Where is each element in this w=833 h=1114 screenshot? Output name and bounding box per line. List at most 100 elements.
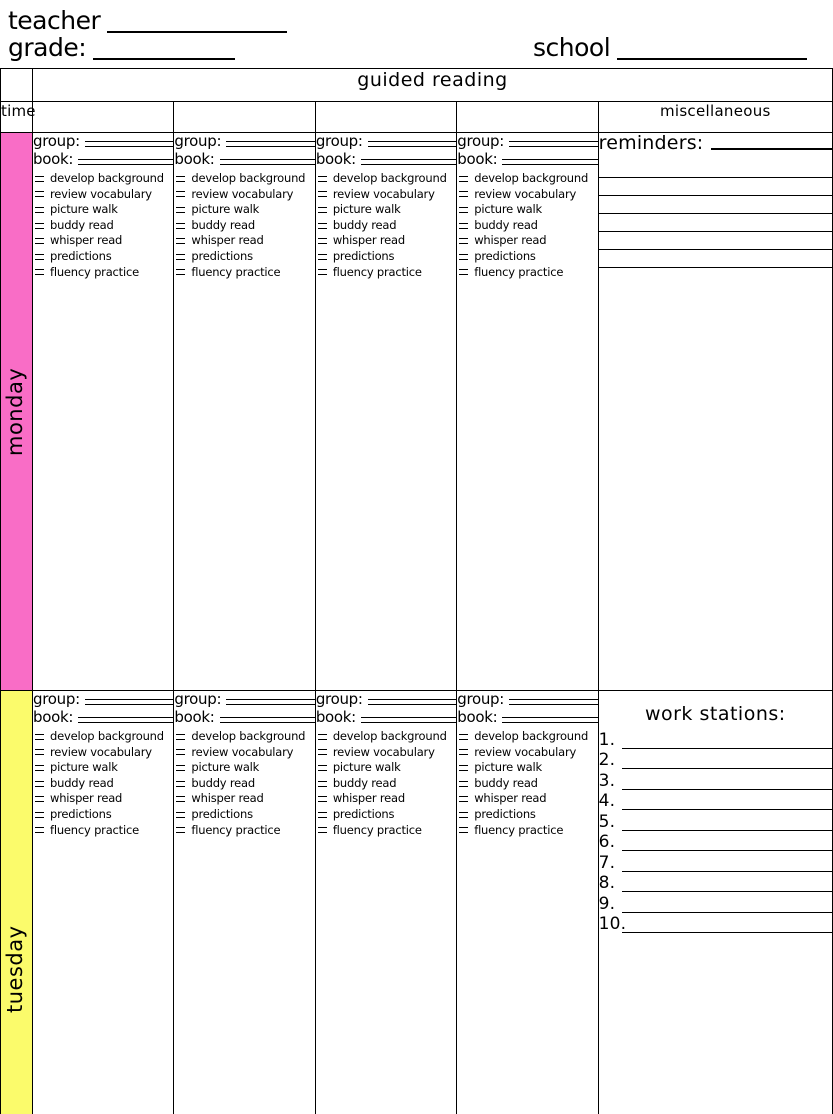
checkbox-icon[interactable] bbox=[176, 254, 185, 260]
checklist-item[interactable]: predictions bbox=[174, 249, 314, 265]
work-station-blank-line[interactable] bbox=[622, 734, 832, 749]
checklist-item[interactable]: develop background bbox=[316, 729, 456, 745]
checkbox-icon[interactable] bbox=[35, 223, 44, 229]
checklist-item[interactable]: whisper read bbox=[457, 791, 597, 807]
checklist-item[interactable]: review vocabulary bbox=[457, 187, 597, 203]
checklist-item[interactable]: fluency practice bbox=[174, 265, 314, 281]
reading-group-header-2[interactable] bbox=[174, 102, 315, 133]
grade-blank-line[interactable] bbox=[93, 42, 235, 60]
checkbox-icon[interactable] bbox=[176, 765, 185, 771]
checkbox-icon[interactable] bbox=[35, 269, 44, 275]
group-blank-line[interactable] bbox=[85, 141, 174, 147]
checkbox-icon[interactable] bbox=[318, 176, 327, 182]
checkbox-icon[interactable] bbox=[459, 238, 468, 244]
checklist-item[interactable]: review vocabulary bbox=[316, 187, 456, 203]
checkbox-icon[interactable] bbox=[176, 781, 185, 787]
book-blank-line[interactable] bbox=[502, 159, 597, 165]
checkbox-icon[interactable] bbox=[176, 269, 185, 275]
checkbox-icon[interactable] bbox=[35, 238, 44, 244]
checklist-item[interactable]: predictions bbox=[316, 807, 456, 823]
group-blank-line[interactable] bbox=[226, 699, 315, 705]
checkbox-icon[interactable] bbox=[318, 749, 327, 755]
checkbox-icon[interactable] bbox=[459, 269, 468, 275]
checkbox-icon[interactable] bbox=[459, 207, 468, 213]
checkbox-icon[interactable] bbox=[459, 223, 468, 229]
checklist-item[interactable]: predictions bbox=[33, 807, 173, 823]
checkbox-icon[interactable] bbox=[318, 254, 327, 260]
checklist-item[interactable]: review vocabulary bbox=[457, 745, 597, 761]
checklist-item[interactable]: buddy read bbox=[174, 218, 314, 234]
group-blank-line[interactable] bbox=[368, 141, 457, 147]
teacher-blank-line[interactable] bbox=[107, 15, 287, 33]
checkbox-icon[interactable] bbox=[459, 254, 468, 260]
checkbox-icon[interactable] bbox=[35, 254, 44, 260]
checklist-item[interactable]: review vocabulary bbox=[33, 187, 173, 203]
checkbox-icon[interactable] bbox=[459, 796, 468, 802]
checklist-item[interactable]: fluency practice bbox=[174, 823, 314, 839]
checkbox-icon[interactable] bbox=[176, 223, 185, 229]
work-station-item[interactable]: 7. bbox=[599, 851, 832, 872]
checkbox-icon[interactable] bbox=[35, 827, 44, 833]
reading-cell-tuesday-3[interactable]: group:book:develop backgroundreview voca… bbox=[315, 691, 456, 1114]
checkbox-icon[interactable] bbox=[318, 812, 327, 818]
checklist-item[interactable]: predictions bbox=[316, 249, 456, 265]
group-blank-line[interactable] bbox=[509, 141, 598, 147]
group-blank-line[interactable] bbox=[509, 699, 598, 705]
group-blank-line[interactable] bbox=[226, 141, 315, 147]
work-station-item[interactable]: 3. bbox=[599, 769, 832, 790]
checkbox-icon[interactable] bbox=[176, 749, 185, 755]
checkbox-icon[interactable] bbox=[176, 238, 185, 244]
school-blank-line[interactable] bbox=[617, 42, 807, 60]
checkbox-icon[interactable] bbox=[318, 238, 327, 244]
checkbox-icon[interactable] bbox=[176, 827, 185, 833]
work-station-blank-line[interactable] bbox=[622, 795, 832, 810]
checklist-item[interactable]: develop background bbox=[316, 171, 456, 187]
checklist-item[interactable]: review vocabulary bbox=[33, 745, 173, 761]
checklist-item[interactable]: develop background bbox=[174, 171, 314, 187]
checklist-item[interactable]: develop background bbox=[174, 729, 314, 745]
work-station-blank-line[interactable] bbox=[622, 754, 832, 769]
checklist-item[interactable]: fluency practice bbox=[316, 265, 456, 281]
checkbox-icon[interactable] bbox=[35, 781, 44, 787]
checkbox-icon[interactable] bbox=[318, 223, 327, 229]
reading-cell-tuesday-2[interactable]: group:book:develop backgroundreview voca… bbox=[174, 691, 315, 1114]
checklist-item[interactable]: predictions bbox=[33, 249, 173, 265]
checkbox-icon[interactable] bbox=[318, 207, 327, 213]
reading-group-header-3[interactable] bbox=[315, 102, 456, 133]
reading-cell-monday-4[interactable]: group:book:develop backgroundreview voca… bbox=[457, 133, 598, 691]
checkbox-icon[interactable] bbox=[176, 796, 185, 802]
reading-cell-tuesday-4[interactable]: group:book:develop backgroundreview voca… bbox=[457, 691, 598, 1114]
work-station-blank-line[interactable] bbox=[622, 877, 832, 892]
work-station-item[interactable]: 2. bbox=[599, 749, 832, 770]
checkbox-icon[interactable] bbox=[318, 827, 327, 833]
checkbox-icon[interactable] bbox=[459, 734, 468, 740]
checklist-item[interactable]: fluency practice bbox=[457, 265, 597, 281]
checklist-item[interactable]: picture walk bbox=[33, 760, 173, 776]
checkbox-icon[interactable] bbox=[459, 176, 468, 182]
checkbox-icon[interactable] bbox=[318, 796, 327, 802]
checklist-item[interactable]: whisper read bbox=[316, 233, 456, 249]
book-blank-line[interactable] bbox=[502, 717, 597, 723]
reading-cell-monday-3[interactable]: group:book:develop backgroundreview voca… bbox=[315, 133, 456, 691]
work-station-item[interactable]: 1. bbox=[599, 728, 832, 749]
work-station-blank-line[interactable] bbox=[622, 836, 832, 851]
checkbox-icon[interactable] bbox=[176, 191, 185, 197]
book-blank-line[interactable] bbox=[78, 717, 173, 723]
checklist-item[interactable]: fluency practice bbox=[33, 265, 173, 281]
checklist-item[interactable]: picture walk bbox=[174, 202, 314, 218]
work-station-blank-line[interactable] bbox=[622, 918, 832, 933]
checklist-item[interactable]: develop background bbox=[33, 729, 173, 745]
checklist-item[interactable]: whisper read bbox=[457, 233, 597, 249]
checkbox-icon[interactable] bbox=[318, 765, 327, 771]
reminders-rule-line[interactable] bbox=[599, 250, 832, 268]
checklist-item[interactable]: whisper read bbox=[174, 233, 314, 249]
reading-cell-tuesday-1[interactable]: group:book:develop backgroundreview voca… bbox=[33, 691, 174, 1114]
checklist-item[interactable]: picture walk bbox=[316, 760, 456, 776]
checkbox-icon[interactable] bbox=[318, 781, 327, 787]
checkbox-icon[interactable] bbox=[459, 749, 468, 755]
work-station-item[interactable]: 6. bbox=[599, 831, 832, 852]
checkbox-icon[interactable] bbox=[35, 749, 44, 755]
checklist-item[interactable]: review vocabulary bbox=[174, 187, 314, 203]
checklist-item[interactable]: buddy read bbox=[174, 776, 314, 792]
checkbox-icon[interactable] bbox=[35, 734, 44, 740]
